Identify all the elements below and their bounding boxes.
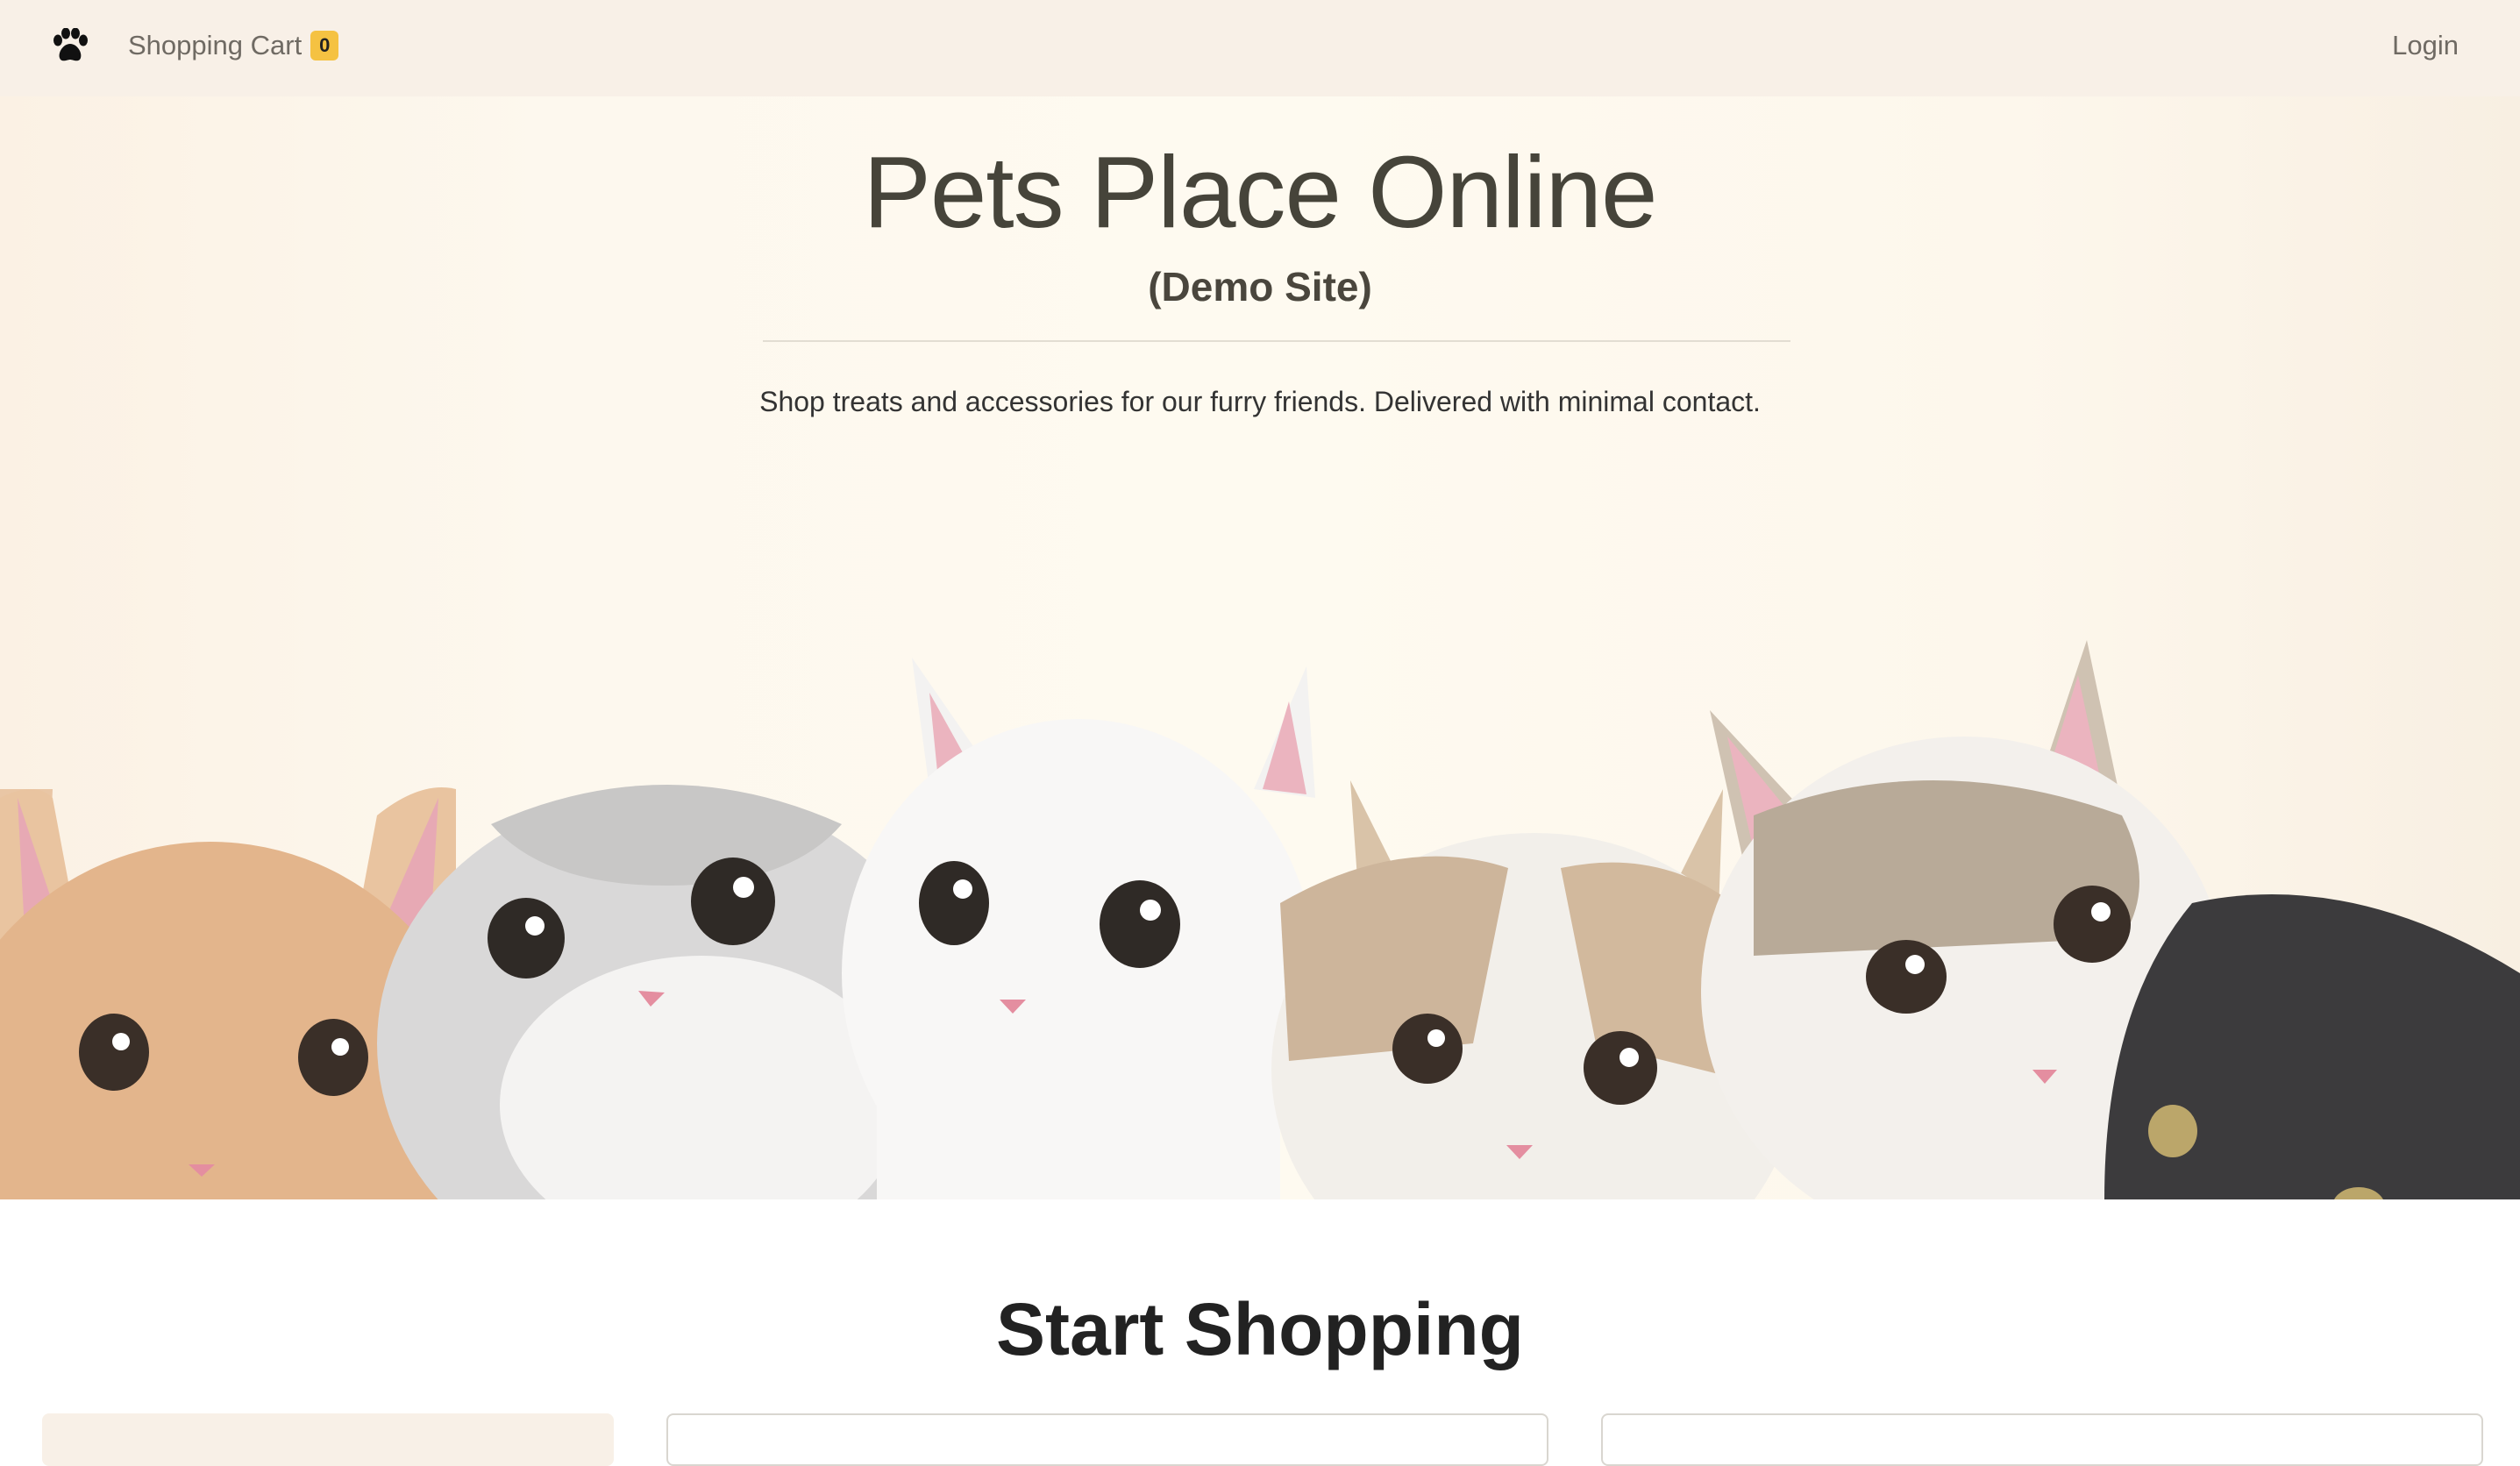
product-card[interactable] [1601,1413,2483,1466]
shopping-cart-link[interactable]: Shopping Cart 0 [128,30,339,61]
site-subtitle: (Demo Site) [1148,264,1372,310]
category-card[interactable] [42,1413,614,1466]
cart-count-badge: 0 [310,31,339,60]
cats-illustration [0,640,2520,1199]
top-navbar: Shopping Cart 0 Login [0,0,2520,96]
site-title: Pets Place Online [863,135,1657,249]
site-tagline: Shop treats and accessories for our furr… [759,386,1761,417]
hero-divider [763,340,1790,342]
login-link[interactable]: Login [2392,30,2459,61]
shopping-cart-label: Shopping Cart [128,30,303,60]
paw-icon[interactable] [51,28,89,63]
start-shopping-heading: Start Shopping [996,1288,1524,1370]
product-card[interactable] [666,1413,1548,1466]
hero-banner: Pets Place Online (Demo Site) Shop treat… [0,96,2520,1199]
